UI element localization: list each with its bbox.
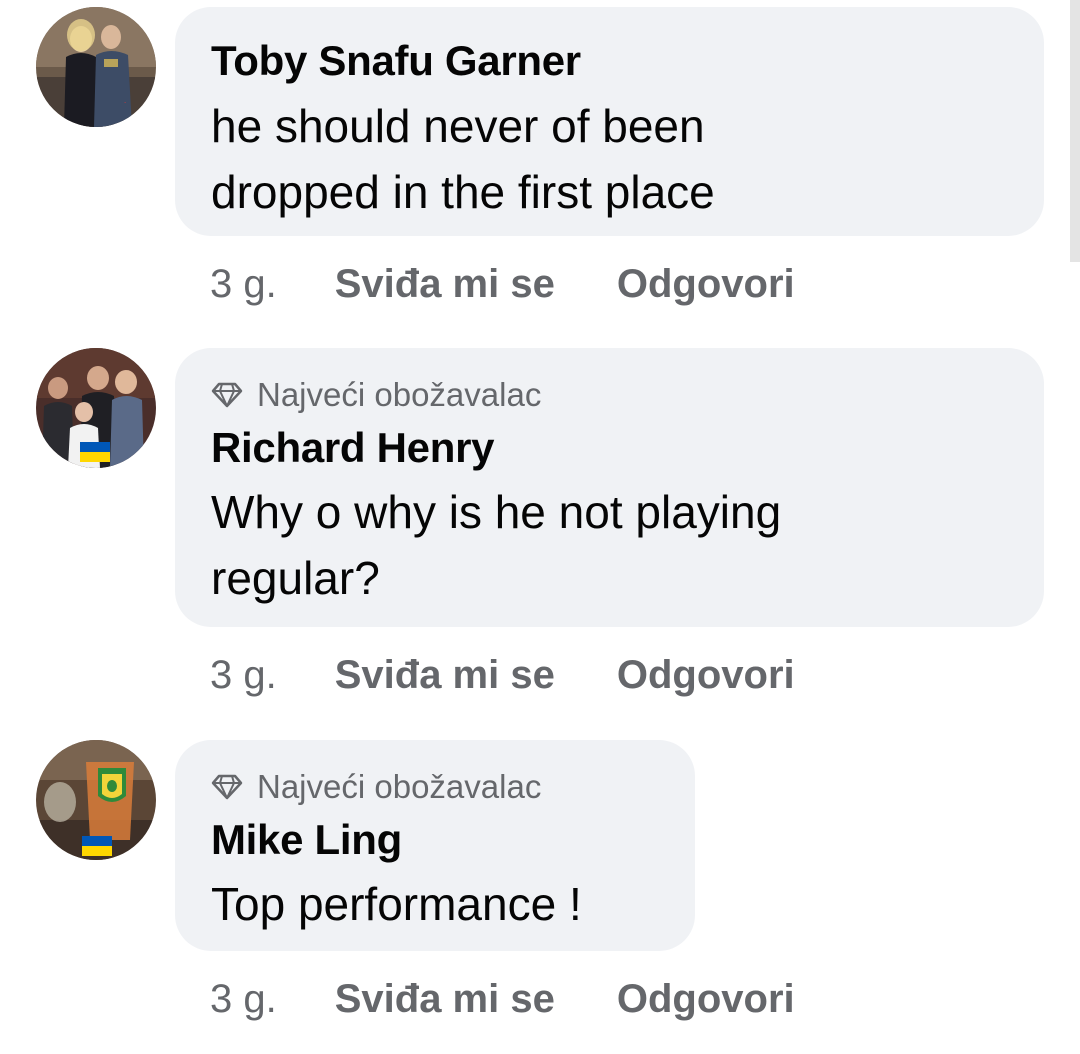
badge-label: Najveći obožavalac <box>257 768 542 805</box>
like-button[interactable]: Sviđa mi se <box>335 653 555 698</box>
comment-timestamp[interactable]: 3 g. <box>210 653 277 698</box>
comment-text-line: Top performance ! <box>211 878 582 930</box>
svg-text:.: . <box>124 96 126 105</box>
comment-timestamp[interactable]: 3 g. <box>210 977 277 1022</box>
comment-text-line: dropped in the first place <box>211 166 715 218</box>
comment-bubble: Toby Snafu Garner he should never of bee… <box>175 7 1044 236</box>
comment-text-line: regular? <box>211 552 380 604</box>
comment-author[interactable]: Richard Henry <box>211 424 495 472</box>
badge-label: Najveći obožavalac <box>257 376 542 413</box>
diamond-icon <box>211 774 243 800</box>
comment-actions: 3 g. Sviđa mi se Odgovori <box>210 977 795 1022</box>
avatar[interactable]: . <box>36 7 156 127</box>
comment-bubble: Najveći obožavalac Mike Ling Top perform… <box>175 740 695 951</box>
avatar[interactable] <box>36 348 156 468</box>
avatar[interactable] <box>36 740 156 860</box>
reply-button[interactable]: Odgovori <box>617 977 795 1022</box>
scrollbar[interactable] <box>1070 0 1080 262</box>
diamond-icon <box>211 382 243 408</box>
reply-button[interactable]: Odgovori <box>617 653 795 698</box>
comment-actions: 3 g. Sviđa mi se Odgovori <box>210 262 795 307</box>
comment-timestamp[interactable]: 3 g. <box>210 262 277 307</box>
comment-text-line: Why o why is he not playing <box>211 486 782 538</box>
like-button[interactable]: Sviđa mi se <box>335 262 555 307</box>
comment-actions: 3 g. Sviđa mi se Odgovori <box>210 653 795 698</box>
comment-author[interactable]: Toby Snafu Garner <box>211 37 581 85</box>
top-fan-badge: Najveći obožavalac <box>211 376 541 414</box>
comment-text-line: he should never of been <box>211 100 705 152</box>
reply-button[interactable]: Odgovori <box>617 262 795 307</box>
comment-bubble: Najveći obožavalac Richard Henry Why o w… <box>175 348 1044 627</box>
top-fan-badge: Najveći obožavalac <box>211 768 541 806</box>
like-button[interactable]: Sviđa mi se <box>335 977 555 1022</box>
comment-author[interactable]: Mike Ling <box>211 816 402 864</box>
